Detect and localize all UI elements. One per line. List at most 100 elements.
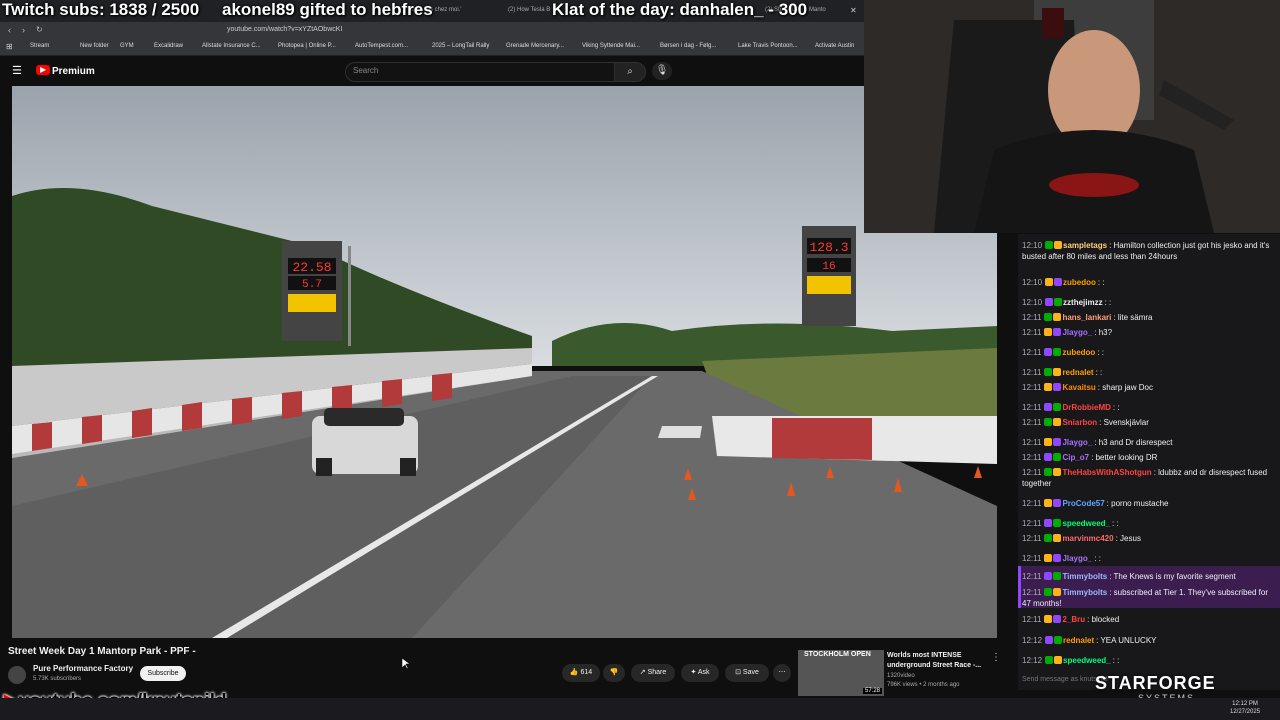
bookmark[interactable]: Børsen i dag - Følg... [660, 43, 716, 49]
bookmark[interactable]: Lake Travis Pontoon... [738, 43, 798, 49]
chat-username[interactable]: Kavaitsu [1062, 383, 1095, 392]
recommended-channel[interactable]: 1320video [887, 673, 915, 679]
chat-badge-icon[interactable] [1053, 468, 1062, 476]
chat-badge-icon[interactable] [1053, 554, 1062, 562]
chat-username[interactable]: Cip_o7 [1062, 453, 1089, 462]
chat-username[interactable]: TheHabsWithAShotgun [1062, 468, 1151, 477]
browser-tab[interactable]: (2) How Tesla B [508, 7, 550, 13]
chat-badge-icon[interactable] [1044, 453, 1053, 461]
channel-avatar[interactable] [8, 666, 26, 684]
chat-badge-icon[interactable] [1054, 278, 1063, 286]
chat-username[interactable]: rednalet [1063, 636, 1094, 645]
chat-username[interactable]: marvinmc420 [1062, 534, 1113, 543]
recommended-title[interactable]: Worlds most INTENSE underground Street R… [887, 651, 987, 671]
close-tab-icon[interactable]: ✕ [850, 6, 857, 15]
bookmark[interactable]: Photopea | Online P... [278, 43, 336, 49]
subscribe-button[interactable]: Subscribe [140, 666, 186, 681]
chat-badge-icon[interactable] [1044, 499, 1053, 507]
search-icon[interactable]: ⌕ [614, 62, 646, 82]
chat-badge-icon[interactable] [1044, 572, 1053, 580]
chat-username[interactable]: Jlaygo_ [1062, 554, 1092, 563]
chat-username[interactable]: ProCode57 [1062, 499, 1104, 508]
more-actions-icon[interactable]: ⋯ [773, 664, 791, 682]
chat-badge-icon[interactable] [1053, 328, 1062, 336]
chat-badge-icon[interactable] [1053, 418, 1062, 426]
chat-badge-icon[interactable] [1044, 383, 1053, 391]
chat-username[interactable]: zubedoo [1063, 278, 1096, 287]
chat-username[interactable]: zzthejimzz [1063, 298, 1103, 307]
recommended-menu-icon[interactable]: ⋮ [991, 652, 1001, 663]
chat-username[interactable]: Timmybolts [1062, 588, 1107, 597]
search-input[interactable] [345, 62, 615, 82]
chat-badge-icon[interactable] [1044, 403, 1053, 411]
chat-username[interactable]: rednalet [1062, 368, 1093, 377]
bookmark[interactable]: AutoTempest.com... [355, 43, 408, 49]
chat-badge-icon[interactable] [1045, 636, 1054, 644]
back-icon[interactable]: ‹ [8, 25, 11, 35]
ask-button[interactable]: ✦ Ask [681, 664, 719, 682]
chat-badge-icon[interactable] [1045, 298, 1054, 306]
bookmark[interactable]: Viking Syttende Mai... [582, 43, 640, 49]
chat-badge-icon[interactable] [1054, 636, 1063, 644]
chat-badge-icon[interactable] [1053, 534, 1062, 542]
bookmark[interactable]: Grenade Mercenary... [506, 43, 564, 49]
recommended-thumbnail[interactable]: STOCKHOLM OPEN 57:28 [798, 650, 884, 696]
like-button[interactable]: 👍 614 [562, 664, 600, 682]
youtube-logo-icon[interactable]: ▶ [36, 65, 50, 75]
chat-badge-icon[interactable] [1044, 368, 1053, 376]
chat-badge-icon[interactable] [1053, 499, 1062, 507]
chat-badge-icon[interactable] [1053, 453, 1062, 461]
chat-username[interactable]: Jlaygo_ [1062, 328, 1092, 337]
chat-username[interactable]: speedweed_ [1063, 656, 1111, 665]
chat-username[interactable]: hans_lankari [1062, 313, 1111, 322]
bookmark[interactable]: 2025 – LongTail Rally [432, 43, 489, 49]
chat-badge-icon[interactable] [1053, 438, 1062, 446]
chat-username[interactable]: DrRobbieMD [1062, 403, 1110, 412]
dislike-button[interactable]: 👎 [603, 664, 625, 682]
chat-username[interactable]: Sniarbon [1062, 418, 1097, 427]
chat-badge-icon[interactable] [1044, 468, 1053, 476]
chat-username[interactable]: speedweed_ [1062, 519, 1110, 528]
chat-badge-icon[interactable] [1044, 348, 1053, 356]
bookmark[interactable]: Excalidraw [154, 43, 183, 49]
apps-icon[interactable]: ⊞ [6, 42, 13, 51]
chat-badge-icon[interactable] [1053, 572, 1062, 580]
channel-name[interactable]: Pure Performance Factory [33, 664, 133, 673]
chat-badge-icon[interactable] [1053, 615, 1062, 623]
youtube-logo-label[interactable]: Premium [52, 66, 95, 77]
chat-badge-icon[interactable] [1053, 403, 1062, 411]
chat-badge-icon[interactable] [1044, 313, 1053, 321]
chat-username[interactable]: 2_Bru [1062, 615, 1085, 624]
menu-icon[interactable]: ☰ [12, 64, 22, 77]
save-button[interactable]: ⊡ Save [725, 664, 769, 682]
reload-icon[interactable]: ↻ [36, 25, 43, 34]
chat-badge-icon[interactable] [1044, 588, 1053, 596]
chat-badge-icon[interactable] [1044, 534, 1053, 542]
bookmark[interactable]: GYM [120, 43, 134, 49]
chat-badge-icon[interactable] [1053, 368, 1062, 376]
chat-badge-icon[interactable] [1045, 656, 1054, 664]
chat-badge-icon[interactable] [1053, 313, 1062, 321]
chat-username[interactable]: Timmybolts [1062, 572, 1107, 581]
chat-badge-icon[interactable] [1054, 298, 1063, 306]
forward-icon[interactable]: › [22, 25, 25, 35]
chat-badge-icon[interactable] [1053, 588, 1062, 596]
chat-badge-icon[interactable] [1054, 656, 1063, 664]
video-player[interactable]: 22.58 5.7 128.3 16 [12, 86, 997, 638]
bookmark[interactable]: Activate Austin [815, 43, 854, 49]
bookmark[interactable]: Allstate Insurance C... [202, 43, 261, 49]
chat-badge-icon[interactable] [1053, 348, 1062, 356]
url-field[interactable]: youtube.com/watch?v=xYZtAObwcKI [227, 26, 342, 33]
bookmark[interactable]: Stream [30, 43, 49, 49]
chat-badge-icon[interactable] [1044, 418, 1053, 426]
chat-badge-icon[interactable] [1044, 519, 1053, 527]
chat-badge-icon[interactable] [1044, 438, 1053, 446]
chat-badge-icon[interactable] [1044, 554, 1053, 562]
share-button[interactable]: ↗ Share [631, 664, 675, 682]
chat-badge-icon[interactable] [1054, 241, 1063, 249]
chat-username[interactable]: zubedoo [1062, 348, 1095, 357]
mic-icon[interactable]: 🎙 [652, 62, 672, 80]
chat-username[interactable]: sampletags [1063, 241, 1107, 250]
chat-badge-icon[interactable] [1044, 328, 1053, 336]
chat-badge-icon[interactable] [1053, 383, 1062, 391]
